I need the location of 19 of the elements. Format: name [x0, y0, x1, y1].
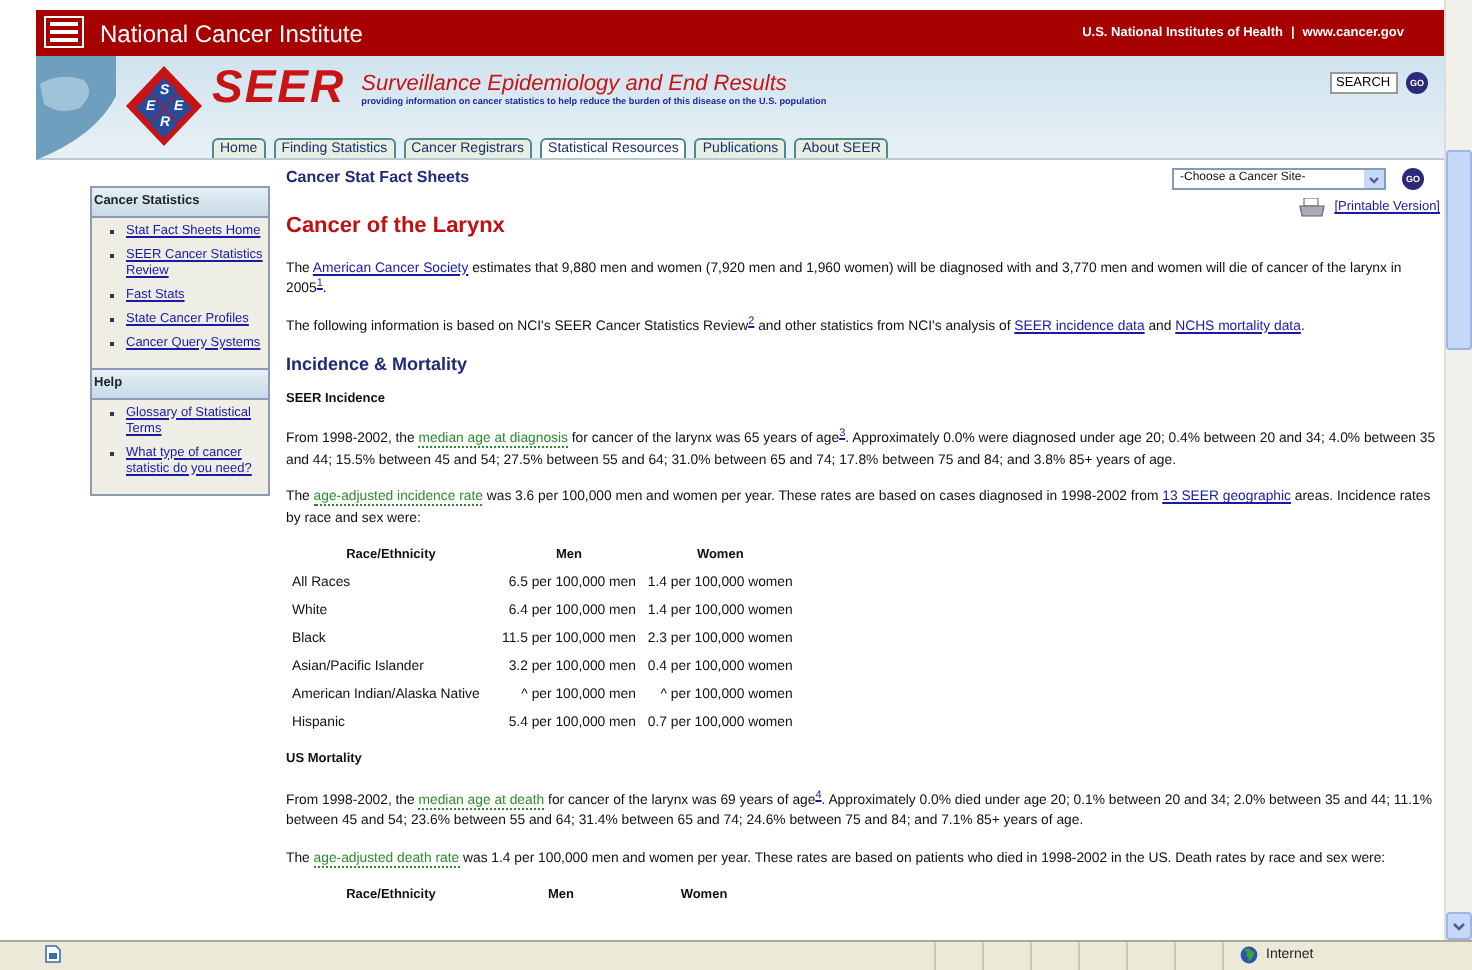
- section-heading: Incidence & Mortality: [286, 354, 468, 376]
- scrollbar[interactable]: [1444, 0, 1472, 940]
- globe-icon: [1240, 945, 1258, 967]
- section-title: Cancer Stat Fact Sheets: [286, 168, 470, 190]
- scroll-thumb[interactable]: [1446, 150, 1472, 350]
- seer-diamond-logo: [124, 64, 204, 148]
- footnote-link[interactable]: 4: [815, 789, 822, 802]
- agency-name: National Cancer Institute: [100, 17, 363, 51]
- caret-icon: [1364, 170, 1384, 188]
- printer-icon: [1298, 198, 1327, 221]
- scroll-down-icon[interactable]: [1446, 912, 1472, 940]
- footnote-link[interactable]: 3: [839, 428, 846, 441]
- page-title: Cancer of the Larynx: [286, 214, 505, 242]
- banner-title: Surveillance Epidemiology and End Results: [361, 72, 789, 97]
- footnote-link[interactable]: 1: [316, 278, 323, 291]
- seer-logo-text: SEER: [212, 64, 346, 110]
- map-drawing: [36, 56, 116, 160]
- footnote-link[interactable]: 2: [748, 315, 755, 328]
- page-icon: [44, 944, 62, 968]
